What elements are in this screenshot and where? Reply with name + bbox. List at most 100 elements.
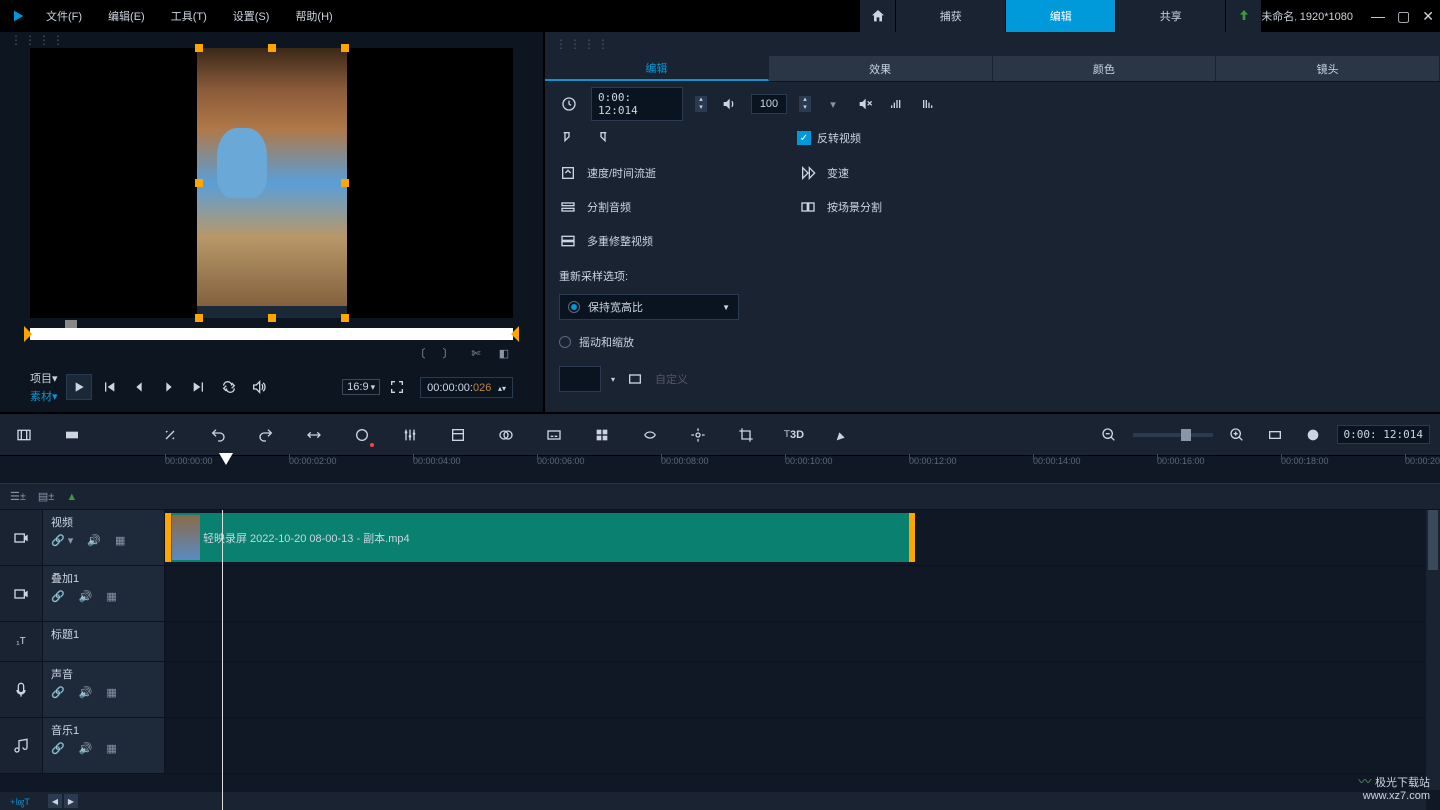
add-cue-button[interactable]: +㏒T [0, 792, 40, 810]
mute-track-icon[interactable]: 🔊 [79, 590, 93, 603]
tab-edit[interactable]: 编辑 [1005, 0, 1115, 32]
dur-down[interactable]: ▾ [695, 104, 707, 112]
menu-file[interactable]: 文件(F) [42, 6, 86, 26]
mask-icon[interactable] [492, 421, 520, 449]
track-motion-icon[interactable] [684, 421, 712, 449]
fade-in-icon[interactable] [887, 94, 907, 114]
vertical-scrollbar[interactable] [1426, 510, 1440, 790]
chapter-icon[interactable] [444, 421, 472, 449]
track-voice-head[interactable] [0, 662, 43, 717]
playhead-marker[interactable] [219, 453, 233, 465]
track-add-icon[interactable]: ▤± [38, 490, 54, 503]
mute-track-icon[interactable]: 🔊 [87, 534, 101, 547]
fx-tool-icon[interactable] [156, 421, 184, 449]
zoom-slider[interactable] [1133, 433, 1213, 437]
tool-multi-trim[interactable]: 多重修整视频 [559, 232, 759, 250]
volume-button[interactable] [246, 374, 272, 400]
resample-combo[interactable]: 保持宽高比 [559, 294, 739, 320]
zoom-in-icon[interactable] [1223, 421, 1251, 449]
pane-grip[interactable]: ⋮⋮⋮⋮ [0, 32, 543, 48]
tool-speed[interactable]: 速度/时间流逝 [559, 164, 759, 182]
link-icon[interactable]: 🔗 [51, 590, 65, 603]
timeline-ruler[interactable]: 00:00:00:0000:00:02:0000:00:04:0000:00:0… [0, 456, 1440, 484]
link-icon[interactable]: 🔗 [51, 742, 65, 755]
crop-tool-icon[interactable] [732, 421, 760, 449]
maximize-button[interactable]: ▢ [1397, 8, 1410, 25]
tab-capture[interactable]: 捕获 [895, 0, 1005, 32]
track-video-head[interactable] [0, 510, 43, 565]
3d-text-icon[interactable]: T3D [780, 421, 808, 449]
mark-in-icon[interactable]: 〔 [411, 344, 429, 362]
next-frame-button[interactable] [156, 374, 182, 400]
track-menu-icon[interactable]: ☰± [10, 490, 26, 503]
lock-icon[interactable]: ▦ [106, 742, 116, 755]
split-icon[interactable]: ✄ [467, 344, 485, 362]
fullscreen-button[interactable] [384, 374, 410, 400]
mute-icon[interactable] [855, 94, 875, 114]
grid-icon[interactable] [588, 421, 616, 449]
edit-tab-effect[interactable]: 效果 [769, 56, 993, 81]
preview-area[interactable] [30, 48, 513, 318]
rotate-right-icon[interactable] [591, 128, 611, 148]
pan-zoom-radio[interactable]: 摇动和缩放 [559, 334, 1426, 350]
scroll-right-icon[interactable]: ▶ [64, 794, 78, 808]
edit-tab-lens[interactable]: 镜头 [1216, 56, 1440, 81]
menu-edit[interactable]: 编辑(E) [104, 6, 149, 26]
edit-tab-edit[interactable]: 编辑 [545, 56, 769, 81]
tool-varispeed[interactable]: 变速 [799, 164, 999, 182]
motion-icon[interactable] [636, 421, 664, 449]
mode-project[interactable]: 项目▾ [30, 370, 58, 386]
crop-icon[interactable]: ◧ [495, 344, 513, 362]
swatch-dropdown[interactable]: ▾ [611, 375, 615, 384]
menu-tools[interactable]: 工具(T) [167, 6, 211, 26]
fit-project-icon[interactable] [1261, 421, 1289, 449]
mute-track-icon[interactable]: 🔊 [79, 742, 93, 755]
video-clip[interactable]: 轻映录屏 2022-10-20 08-00-13 - 副本.mp4 [165, 513, 915, 562]
menu-settings[interactable]: 设置(S) [229, 6, 274, 26]
vol-down[interactable]: ▾ [799, 104, 811, 112]
link-icon[interactable]: 🔗 [51, 686, 65, 699]
timeline-timecode[interactable]: 0:00: 12:014 [1337, 425, 1430, 444]
color-swatch[interactable] [559, 366, 601, 392]
duration-input[interactable]: 0:00: 12:014 [591, 87, 683, 121]
vol-menu[interactable]: ▾ [823, 94, 843, 114]
edit-tab-color[interactable]: 颜色 [993, 56, 1217, 81]
fade-out-icon[interactable] [919, 94, 939, 114]
volume-input[interactable]: 100 [751, 94, 787, 114]
tab-share[interactable]: 共享 [1115, 0, 1225, 32]
prev-frame-button[interactable] [126, 374, 152, 400]
tab-upload[interactable] [1225, 0, 1261, 32]
zoom-out-icon[interactable] [1095, 421, 1123, 449]
tool-split-audio[interactable]: 分割音频 [559, 198, 759, 216]
storyboard-view-icon[interactable] [10, 421, 38, 449]
paint-icon[interactable] [828, 421, 856, 449]
fit-icon[interactable] [300, 421, 328, 449]
audio-mix-icon[interactable] [396, 421, 424, 449]
subtitle-icon[interactable] [540, 421, 568, 449]
mode-clip[interactable]: 素材▾ [30, 388, 58, 404]
track-overlay-head[interactable] [0, 566, 43, 621]
undo-icon[interactable] [204, 421, 232, 449]
tab-home[interactable] [859, 0, 895, 32]
go-end-button[interactable] [186, 374, 212, 400]
go-start-button[interactable] [96, 374, 122, 400]
link-icon[interactable]: 🔗 ▾ [51, 534, 73, 547]
minimize-button[interactable]: — [1371, 8, 1385, 25]
lock-icon[interactable]: ▦ [106, 686, 116, 699]
timeline-view-icon[interactable] [58, 421, 86, 449]
reverse-checkbox[interactable]: ✓ 反转视频 [797, 130, 861, 146]
track-expand-icon[interactable]: ▲ [66, 491, 77, 503]
scroll-left-icon[interactable]: ◀ [48, 794, 62, 808]
lock-icon[interactable]: ▦ [115, 534, 125, 547]
mark-out-icon[interactable]: 〕 [439, 344, 457, 362]
scrub-bar[interactable] [30, 322, 513, 340]
aspect-ratio[interactable]: 16:9 ▾ [342, 379, 380, 395]
preview-timecode[interactable]: 00:00:00:026 ▴▾ [420, 377, 513, 398]
dur-up[interactable]: ▴ [695, 96, 707, 104]
track-music-head[interactable] [0, 718, 43, 773]
play-button[interactable] [66, 374, 92, 400]
pane-grip[interactable]: ⋮⋮⋮⋮ [545, 32, 1440, 56]
tool-scene-split[interactable]: 按场景分割 [799, 198, 999, 216]
lock-icon[interactable]: ▦ [106, 590, 116, 603]
rotate-left-icon[interactable] [559, 128, 579, 148]
